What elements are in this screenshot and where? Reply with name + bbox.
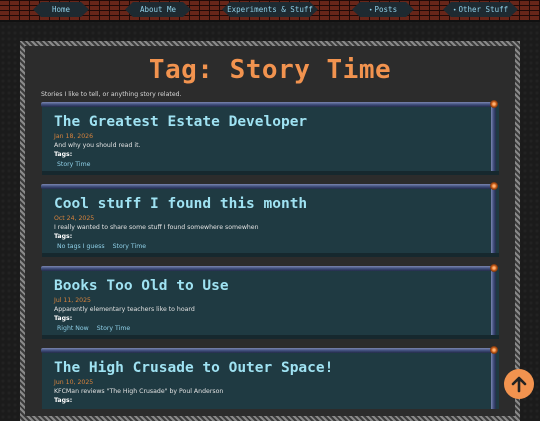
post-title-link[interactable]: Books Too Old to Use bbox=[54, 278, 229, 294]
tag-list: Right Now Story Time bbox=[57, 325, 136, 332]
bolt-icon bbox=[490, 100, 498, 108]
tags-label: Tags: bbox=[54, 233, 73, 240]
arrow-up-icon bbox=[511, 376, 527, 393]
pipe-decoration bbox=[41, 266, 493, 271]
post-card: The High Crusade to Outer Space! Jun 10,… bbox=[41, 346, 499, 409]
scroll-to-top-button[interactable] bbox=[504, 369, 534, 399]
bolt-icon bbox=[490, 264, 498, 272]
tag-link[interactable]: Story Time bbox=[97, 325, 130, 332]
post-description: KFCMan reviews "The High Crusade" by Pou… bbox=[54, 388, 224, 395]
tag-link[interactable]: No tags I guess bbox=[57, 243, 105, 250]
page-subtitle: Stories I like to tell, or anything stor… bbox=[41, 91, 182, 98]
pipe-decoration bbox=[491, 267, 496, 339]
pipe-decoration bbox=[41, 184, 493, 189]
pipe-decoration bbox=[41, 348, 493, 353]
post-date: Jan 18, 2026 bbox=[54, 133, 94, 140]
post-card: The Greatest Estate Developer Jan 18, 20… bbox=[41, 100, 499, 175]
tag-list: No tags I guess Story Time bbox=[57, 243, 152, 250]
nav-experiments-label: Experiments & Stuff bbox=[227, 5, 313, 14]
nav-home-label: Home bbox=[51, 5, 71, 14]
tags-label: Tags: bbox=[54, 397, 73, 404]
bolt-icon bbox=[490, 182, 498, 190]
nav-posts-dot-icon: • bbox=[368, 7, 373, 14]
nav-other-dot-icon: • bbox=[452, 7, 457, 14]
post-description: I really wanted to share some stuff I fo… bbox=[54, 224, 259, 231]
tag-link[interactable]: Right Now bbox=[57, 325, 89, 332]
post-card: Books Too Old to Use Jul 11, 2025 Appare… bbox=[41, 264, 499, 339]
tags-label: Tags: bbox=[54, 151, 73, 158]
top-nav: Home About Me Experiments & Stuff • Posts… bbox=[0, 0, 540, 22]
card-shade bbox=[42, 171, 499, 175]
page-title: Tag: Story Time bbox=[148, 55, 392, 85]
pipe-decoration bbox=[491, 185, 496, 257]
nav-about-me[interactable]: About Me bbox=[125, 2, 191, 17]
nav-other-stuff[interactable]: • Other Stuff bbox=[443, 2, 518, 17]
post-title-link[interactable]: The Greatest Estate Developer bbox=[54, 114, 307, 130]
tag-link[interactable]: Story Time bbox=[113, 243, 146, 250]
card-shade bbox=[42, 253, 499, 257]
nav-other-label: Other Stuff bbox=[458, 5, 509, 14]
post-date: Jun 10, 2025 bbox=[54, 379, 94, 386]
post-date: Oct 24, 2025 bbox=[54, 215, 95, 222]
nav-posts-label: Posts bbox=[374, 5, 398, 14]
tag-list: Story Time bbox=[57, 161, 96, 168]
nav-posts[interactable]: • Posts bbox=[352, 2, 414, 17]
post-title-link[interactable]: Cool stuff I found this month bbox=[54, 196, 307, 212]
pipe-decoration bbox=[491, 103, 496, 175]
post-description: Apparently elementary teachers like to h… bbox=[54, 306, 195, 313]
tag-link[interactable]: Story Time bbox=[57, 161, 90, 168]
pipe-decoration bbox=[491, 349, 496, 409]
post-title-link[interactable]: The High Crusade to Outer Space! bbox=[54, 360, 333, 376]
tags-label: Tags: bbox=[54, 315, 73, 322]
post-date: Jul 11, 2025 bbox=[54, 297, 91, 304]
pipe-decoration bbox=[41, 102, 493, 107]
post-card: Cool stuff I found this month Oct 24, 20… bbox=[41, 182, 499, 257]
card-shade bbox=[42, 335, 499, 339]
nav-home[interactable]: Home bbox=[33, 2, 89, 17]
nav-about-me-label: About Me bbox=[139, 5, 177, 14]
bolt-icon bbox=[490, 346, 498, 354]
nav-experiments[interactable]: Experiments & Stuff bbox=[222, 2, 318, 17]
post-description: And why you should read it. bbox=[54, 142, 141, 149]
